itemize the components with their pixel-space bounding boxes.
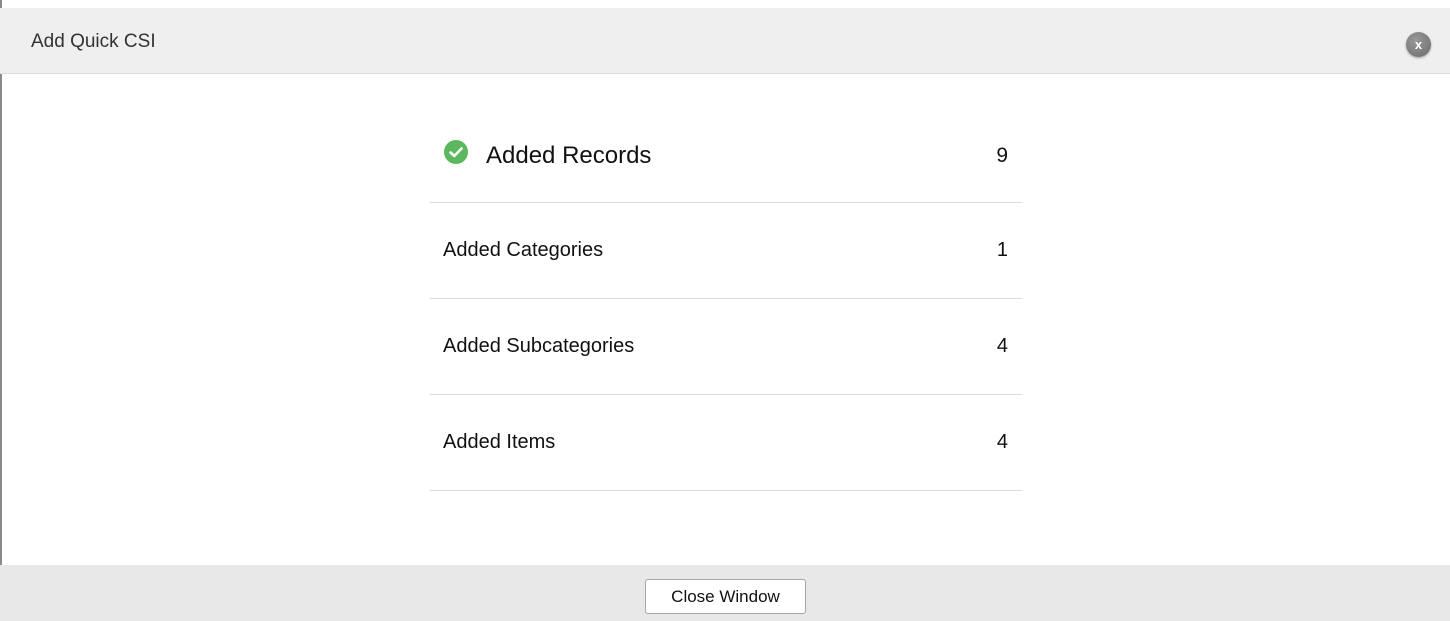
items-label: Added Items (443, 431, 556, 453)
records-label: Added Records (486, 142, 652, 169)
dialog-footer: Close Window (0, 565, 1450, 621)
close-window-button[interactable]: Close Window (645, 579, 806, 614)
summary-row-records: Added Records 9 (430, 107, 1022, 203)
records-count: 9 (996, 144, 1008, 167)
add-quick-csi-dialog: Add Quick CSI x Added Records 9 Added Ca… (0, 0, 1450, 621)
categories-count: 1 (996, 239, 1008, 261)
summary-row-items: Added Items 4 (430, 395, 1022, 491)
summary-row-categories: Added Categories 1 (430, 203, 1022, 299)
categories-label: Added Categories (443, 239, 604, 261)
dialog-title: Add Quick CSI (31, 31, 156, 52)
summary-row-subcategories: Added Subcategories 4 (430, 299, 1022, 395)
dialog-header: Add Quick CSI x (0, 8, 1450, 74)
subcategories-count: 4 (996, 335, 1008, 357)
close-icon[interactable]: x (1406, 32, 1431, 57)
subcategories-label: Added Subcategories (443, 335, 635, 357)
window-edge (0, 0, 2, 621)
check-circle-icon (444, 140, 468, 164)
items-count: 4 (996, 431, 1008, 453)
summary-list: Added Records 9 Added Categories 1 Added… (430, 107, 1022, 491)
